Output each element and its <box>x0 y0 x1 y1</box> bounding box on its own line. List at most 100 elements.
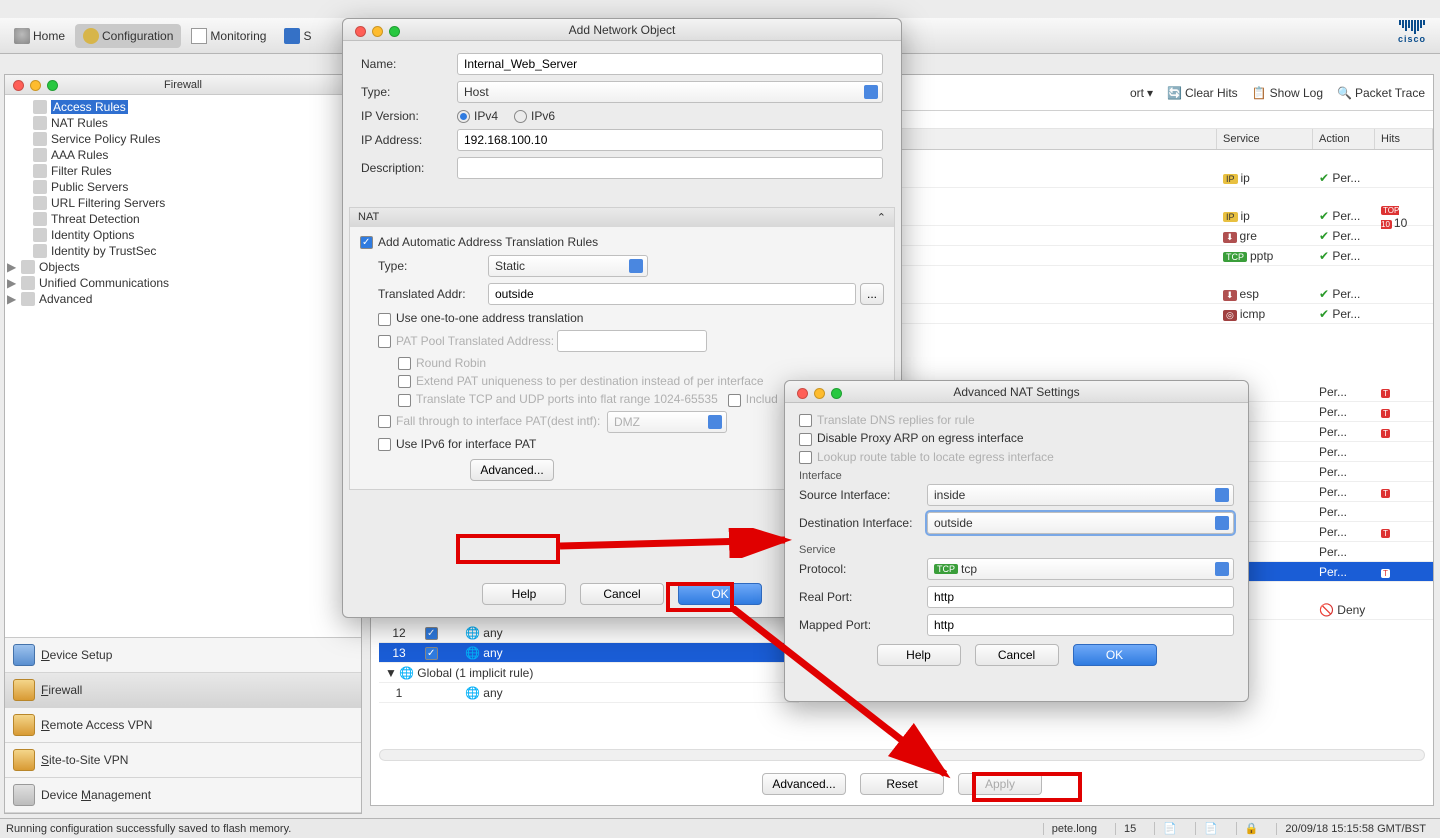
modal1-title: Add Network Object <box>569 23 676 37</box>
action-ort[interactable]: ort ▾ <box>1130 86 1153 100</box>
tree-filter-rules[interactable]: Filter Rules <box>19 163 361 179</box>
modal2-cancel-button[interactable]: Cancel <box>975 644 1059 666</box>
taddr-browse[interactable]: ... <box>860 283 884 305</box>
modal1-title-bar[interactable]: Add Network Object <box>343 19 901 41</box>
proxyarp-checkbox[interactable] <box>799 433 812 446</box>
real-port-input[interactable] <box>927 586 1234 608</box>
modal1-traffic[interactable] <box>347 22 408 41</box>
modal2-title-bar[interactable]: Advanced NAT Settings <box>785 381 1248 403</box>
ipv4-radio[interactable] <box>457 110 470 123</box>
rule-row[interactable]: Per...T <box>1217 422 1433 442</box>
bottom-buttons: Advanced... Reset Apply <box>371 773 1433 795</box>
real-port-label: Real Port: <box>799 590 927 604</box>
tree-access-rules[interactable]: Access Rules <box>19 99 361 115</box>
tree-public-servers[interactable]: Public Servers <box>19 179 361 195</box>
modal1-ok-button[interactable]: OK <box>678 583 762 605</box>
tree-identity-trustsec[interactable]: Identity by TrustSec <box>19 243 361 259</box>
lookup-checkbox <box>799 451 812 464</box>
rule-row[interactable]: 🚫 Deny <box>1217 600 1433 620</box>
status-user: pete.long <box>1043 823 1105 835</box>
ipv6-radio[interactable] <box>514 110 527 123</box>
modal2-traffic[interactable] <box>789 384 850 403</box>
tree-aaa-rules[interactable]: AAA Rules <box>19 147 361 163</box>
mapped-port-input[interactable] <box>927 614 1234 636</box>
dst-iface-label: Destination Interface: <box>799 516 927 530</box>
auto-nat-checkbox[interactable] <box>360 236 373 249</box>
modal1-cancel-button[interactable]: Cancel <box>580 583 664 605</box>
nav-site-vpn[interactable]: Site-to-Site VPN <box>5 743 361 778</box>
tree-advanced[interactable]: ▶Advanced <box>7 291 361 307</box>
left-traffic-lights[interactable] <box>5 76 66 95</box>
left-title: Firewall <box>164 79 202 91</box>
iface-section: Interface <box>799 470 1234 482</box>
horizontal-scrollbar[interactable] <box>379 749 1425 761</box>
name-input[interactable] <box>457 53 883 75</box>
action-show-log[interactable]: 📋 Show Log <box>1252 86 1323 100</box>
rule-row-selected[interactable]: Per...T <box>1217 562 1433 582</box>
nav-remote-vpn[interactable]: Remote Access VPN <box>5 708 361 743</box>
desc-input[interactable] <box>457 157 883 179</box>
cisco-logo: cisco <box>1398 20 1426 44</box>
col-action[interactable]: Action <box>1313 129 1375 149</box>
ipv6pat-checkbox[interactable] <box>378 438 391 451</box>
action-packet-trace[interactable]: 🔍 Packet Trace <box>1337 86 1425 100</box>
main-apply-button[interactable]: Apply <box>958 773 1042 795</box>
global-group[interactable]: ▼🌐 Global (1 implicit rule) <box>379 663 799 683</box>
rule-row[interactable]: Per... <box>1217 542 1433 562</box>
col-service[interactable]: Service <box>1217 129 1313 149</box>
nat-type-select[interactable]: Static <box>488 255 648 277</box>
left-pane: Firewall Access Rules NAT Rules Service … <box>4 74 362 814</box>
main-advanced-button[interactable]: Advanced... <box>762 773 846 795</box>
rule-row-12[interactable]: 12🌐 any <box>379 623 799 643</box>
save-button[interactable]: S <box>276 24 319 48</box>
firewall-tree[interactable]: Access Rules NAT Rules Service Policy Ru… <box>5 95 361 637</box>
tree-identity-options[interactable]: Identity Options <box>19 227 361 243</box>
action-clear-hits[interactable]: 🔄 Clear Hits <box>1167 86 1238 100</box>
tree-objects[interactable]: ▶Objects <box>7 259 361 275</box>
ipver-label: IP Version: <box>361 109 457 123</box>
rule-row[interactable]: Per...T <box>1217 382 1433 402</box>
rule-row[interactable]: Per... <box>1217 462 1433 482</box>
mapped-port-label: Mapped Port: <box>799 618 927 632</box>
home-label: Home <box>33 29 65 43</box>
nat-advanced-button[interactable]: Advanced... <box>470 459 554 481</box>
configuration-button[interactable]: Configuration <box>75 24 181 48</box>
protocol-select[interactable]: TCP tcp <box>927 558 1234 580</box>
oneone-checkbox[interactable] <box>378 313 391 326</box>
src-iface-select[interactable]: inside <box>927 484 1234 506</box>
nav-firewall[interactable]: Firewall <box>5 673 361 708</box>
tree-threat-detection[interactable]: Threat Detection <box>19 211 361 227</box>
rule-row-global-1[interactable]: 1🌐 any <box>379 683 799 703</box>
status-bar: Running configuration successfully saved… <box>0 818 1440 838</box>
status-num: 15 <box>1115 823 1144 835</box>
desc-label: Description: <box>361 161 457 175</box>
rule-row[interactable]: Per...T <box>1217 482 1433 502</box>
nat-type-label: Type: <box>378 259 488 273</box>
type-select[interactable]: Host <box>457 81 883 103</box>
home-button[interactable]: Home <box>6 24 73 48</box>
tree-url-filtering[interactable]: URL Filtering Servers <box>19 195 361 211</box>
tree-unified-comm[interactable]: ▶Unified Communications <box>7 275 361 291</box>
nav-device-setup[interactable]: Device Setup <box>5 638 361 673</box>
rule-row[interactable]: Per...T <box>1217 522 1433 542</box>
nav-device-mgmt[interactable]: Device Management <box>5 778 361 813</box>
nat-header[interactable]: NAT⌃ <box>350 208 894 227</box>
modal2-ok-button[interactable]: OK <box>1073 644 1157 666</box>
rule-row[interactable]: Per...T <box>1217 402 1433 422</box>
rule-row[interactable]: Per... <box>1217 442 1433 462</box>
col-hits[interactable]: Hits <box>1375 129 1433 149</box>
status-icon-1: 📄 <box>1154 822 1185 835</box>
modal2-help-button[interactable]: Help <box>877 644 961 666</box>
flat-checkbox <box>398 394 411 407</box>
tree-service-policy[interactable]: Service Policy Rules <box>19 131 361 147</box>
modal1-help-button[interactable]: Help <box>482 583 566 605</box>
monitoring-button[interactable]: Monitoring <box>183 24 274 48</box>
tree-nat-rules[interactable]: NAT Rules <box>19 115 361 131</box>
main-reset-button[interactable]: Reset <box>860 773 944 795</box>
monitoring-label: Monitoring <box>210 29 266 43</box>
rule-row[interactable]: Per... <box>1217 502 1433 522</box>
dst-iface-select[interactable]: outside <box>927 512 1234 534</box>
taddr-input[interactable] <box>488 283 856 305</box>
rule-row-13[interactable]: 13🌐 any <box>379 643 799 663</box>
ipaddr-input[interactable] <box>457 129 883 151</box>
